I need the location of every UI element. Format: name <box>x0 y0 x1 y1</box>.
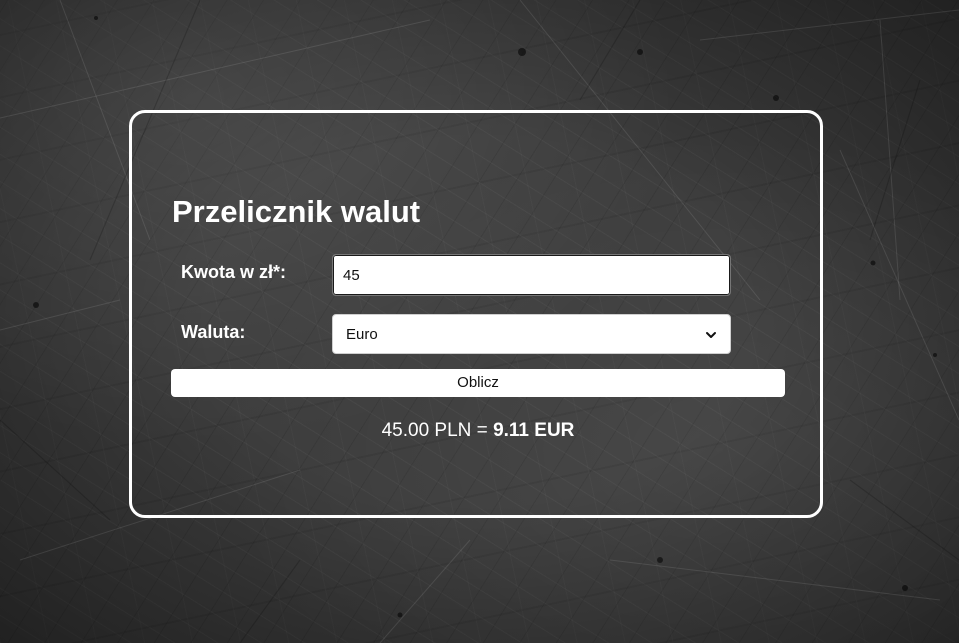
amount-label: Kwota w zł*: <box>181 262 287 282</box>
conversion-result: 45.00 PLN = 9.11 EUR <box>171 419 785 443</box>
amount-input[interactable] <box>332 254 731 296</box>
result-source-amount: 45.00 PLN <box>381 420 472 441</box>
result-equals-sign: = <box>476 420 488 441</box>
converter-card: Przelicznik walut Kwota w zł*: Waluta: E… <box>129 110 823 518</box>
currency-select[interactable]: Euro <box>332 314 731 354</box>
result-target-amount: 9.11 EUR <box>493 420 575 441</box>
chevron-down-icon <box>705 328 717 340</box>
currency-select-value: Euro <box>346 325 378 343</box>
page-title: Przelicznik walut <box>172 194 421 229</box>
calculate-button[interactable]: Oblicz <box>171 369 785 397</box>
currency-label: Waluta: <box>181 322 246 342</box>
